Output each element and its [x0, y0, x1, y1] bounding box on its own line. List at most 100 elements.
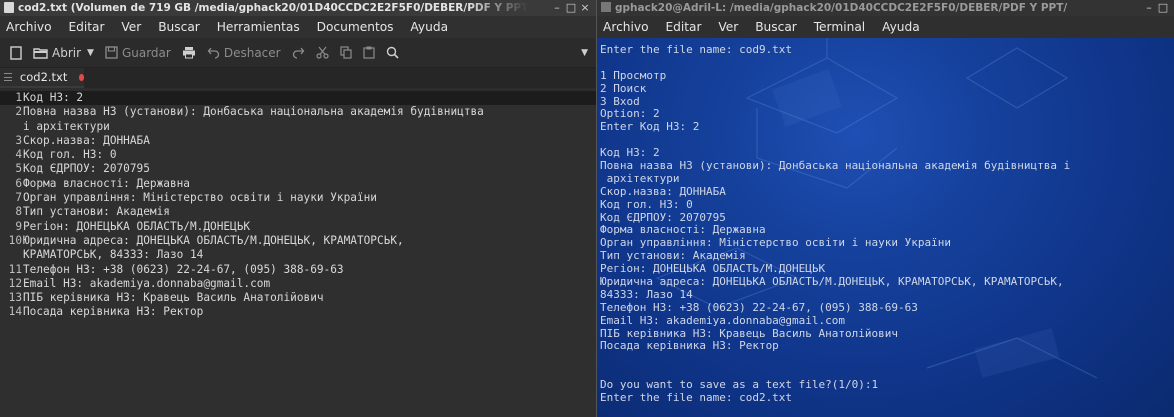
- tab-close-icon[interactable]: [79, 73, 84, 81]
- open-button[interactable]: Abrir ▼: [33, 42, 94, 64]
- terminal-line: Посада керівника НЗ: Ректор: [600, 339, 779, 353]
- term-menu-buscar[interactable]: Buscar: [755, 20, 797, 34]
- line-number: 12: [8, 276, 22, 290]
- terminal-line: Email НЗ: akademiya.donnaba@gmail.com: [600, 313, 846, 327]
- menu-editar[interactable]: Editar: [68, 20, 104, 34]
- folder-icon: [33, 47, 48, 59]
- term-menu-editar[interactable]: Editar: [665, 20, 701, 34]
- line-text: Скор.назва: ДОННАБА: [23, 133, 150, 147]
- terminal-text: Enter the file name: cod9.txt 1 Просмотр 2…: [600, 43, 1070, 405]
- paste-button[interactable]: [362, 42, 375, 64]
- terminal-maximize-button[interactable]: □: [1156, 0, 1170, 16]
- terminal-line: Код гол. НЗ: 0: [600, 197, 693, 211]
- menu-documentos[interactable]: Documentos: [317, 20, 394, 34]
- terminal-line: 2 Поиск: [600, 81, 647, 95]
- copy-button[interactable]: [339, 42, 352, 64]
- undo-button[interactable]: Deshacer: [207, 42, 281, 64]
- maximize-button[interactable]: □: [564, 0, 578, 16]
- line-number: 9: [15, 219, 22, 233]
- gedit-titlebar[interactable]: cod2.txt (Volumen de 719 GB /media/gphac…: [0, 0, 596, 16]
- editor-line[interactable]: 8 Тип установи: Академія: [0, 205, 596, 219]
- line-number: 13: [8, 291, 22, 305]
- line-number: 4: [15, 148, 22, 162]
- close-window-button[interactable]: ×: [578, 0, 592, 16]
- new-document-button[interactable]: [10, 42, 22, 64]
- term-menu-ver[interactable]: Ver: [718, 20, 738, 34]
- line-number: 2: [15, 105, 22, 119]
- tab-label: cod2.txt: [19, 70, 68, 84]
- editor-line[interactable]: 1 Код НЗ: 2: [0, 91, 596, 106]
- editor-line[interactable]: 4 Код гол. НЗ: 0: [0, 148, 596, 162]
- editor-line[interactable]: 7 Орган управління: Міністерство освіти і…: [0, 191, 596, 205]
- line-text: Код гол. НЗ: 0: [23, 148, 117, 162]
- editor-line[interactable]: 2 Повна назва НЗ (установи): Донбаська на…: [0, 105, 596, 119]
- editor-line[interactable]: 14 Посада керівника НЗ: Ректор: [0, 305, 596, 319]
- gedit-menubar: Archivo Editar Ver Buscar Herramientas D…: [0, 16, 596, 38]
- line-number: 6: [15, 176, 22, 190]
- printer-icon: [182, 47, 195, 59]
- term-menu-terminal[interactable]: Terminal: [814, 20, 866, 34]
- editor-line[interactable]: 6 Форма власності: Державна: [0, 177, 596, 191]
- terminal-line: 1 Просмотр: [600, 68, 667, 82]
- editor-line[interactable]: 3 Скор.назва: ДОННАБА: [0, 134, 596, 148]
- terminal-titlebar[interactable]: gphack20@Adril-L: /media/gphack20/01D40C…: [597, 0, 1174, 16]
- editor-line[interactable]: 12 Email НЗ: akademiya.donnaba@gmail.com: [0, 277, 596, 291]
- menu-buscar[interactable]: Buscar: [158, 20, 200, 34]
- redo-icon: [292, 47, 304, 59]
- editor-line[interactable]: і архітектури: [0, 120, 596, 134]
- tab-cod2[interactable]: cod2.txt: [0, 68, 84, 88]
- line-text: Код ЄДРПОУ: 2070795: [23, 162, 150, 176]
- line-number: 11: [8, 262, 22, 276]
- line-text: Юридична адреса: ДОНЕЦЬКА ОБЛАСТЬ/М.ДОНЕ…: [23, 233, 404, 247]
- line-text: КРАМАТОРСЬК, 84333: Лазо 14: [23, 248, 204, 262]
- term-menu-archivo[interactable]: Archivo: [603, 20, 649, 34]
- terminal-line: Юридична адреса: ДОНЕЦЬКА ОБЛАСТЬ/М.ДОНЕ…: [600, 275, 1064, 289]
- terminal-line: Телефон НЗ: +38 (0623) 22-24-67, (095) 3…: [600, 300, 918, 314]
- document-icon: [4, 2, 14, 13]
- gedit-window-controls: – □ ×: [550, 0, 592, 16]
- copy-icon: [339, 46, 352, 59]
- terminal-line: 3 Вхоd: [600, 94, 640, 108]
- line-text: Email НЗ: akademiya.donnaba@gmail.com: [23, 276, 271, 290]
- term-menu-ayuda[interactable]: Ayuda: [882, 20, 920, 34]
- line-text: Форма власності: Державна: [23, 176, 190, 190]
- editor-line[interactable]: 11 Телефон НЗ: +38 (0623) 22-24-67, (095)…: [0, 263, 596, 277]
- cut-button[interactable]: [315, 42, 329, 64]
- line-text: Орган управління: Міністерство освіти і …: [23, 191, 377, 205]
- editor-line[interactable]: 9 Регіон: ДОНЕЦЬКА ОБЛАСТЬ/М.ДОНЕЦЬК: [0, 220, 596, 234]
- line-number: [0, 120, 23, 134]
- editor-line[interactable]: 10 Юридична адреса: ДОНЕЦЬКА ОБЛАСТЬ/М.ДО…: [0, 234, 596, 248]
- line-text: Тип установи: Академія: [23, 205, 170, 219]
- new-document-icon: [10, 45, 22, 60]
- editor-line[interactable]: КРАМАТОРСЬК, 84333: Лазо 14: [0, 248, 596, 262]
- save-button[interactable]: Guardar: [105, 42, 171, 64]
- terminal-line: архітектури: [600, 171, 680, 185]
- minimize-button[interactable]: –: [550, 0, 564, 16]
- toolbar-overflow-chevron-icon[interactable]: ▼: [581, 42, 588, 64]
- menu-ayuda[interactable]: Ayuda: [410, 20, 448, 34]
- text-editor-area[interactable]: 1 Код НЗ: 2 2 Повна назва НЗ (установи): До…: [0, 91, 596, 417]
- tab-list-icon[interactable]: [4, 73, 12, 81]
- editor-line[interactable]: 5 Код ЄДРПОУ: 2070795: [0, 162, 596, 176]
- line-text: ПІБ керівника НЗ: Кравець Василь Анатолі…: [23, 291, 324, 305]
- redo-button[interactable]: [292, 42, 305, 64]
- clipboard-icon: [362, 46, 375, 59]
- search-button[interactable]: [386, 42, 399, 64]
- terminal-line: Скор.назва: ДОННАБА: [600, 184, 726, 198]
- gedit-window: cod2.txt (Volumen de 719 GB /media/gphac…: [0, 0, 596, 417]
- open-button-label: Abrir: [52, 45, 82, 60]
- editor-line[interactable]: 13 ПІБ керівника НЗ: Кравець Василь Анато…: [0, 291, 596, 305]
- document-tabbar: cod2.txt: [0, 68, 596, 88]
- chevron-down-icon[interactable]: ▼: [87, 48, 94, 58]
- undo-button-label: Deshacer: [223, 45, 281, 60]
- terminal-minimize-button[interactable]: –: [1142, 0, 1156, 16]
- print-button[interactable]: [182, 42, 196, 64]
- menu-archivo[interactable]: Archivo: [6, 20, 52, 34]
- menu-ver[interactable]: Ver: [121, 20, 141, 34]
- menu-herramientas[interactable]: Herramientas: [217, 20, 300, 34]
- line-text: Регіон: ДОНЕЦЬКА ОБЛАСТЬ/М.ДОНЕЦЬК: [23, 219, 251, 233]
- terminal-output-area[interactable]: Enter the file name: cod9.txt 1 Просмотр 2…: [597, 38, 1174, 417]
